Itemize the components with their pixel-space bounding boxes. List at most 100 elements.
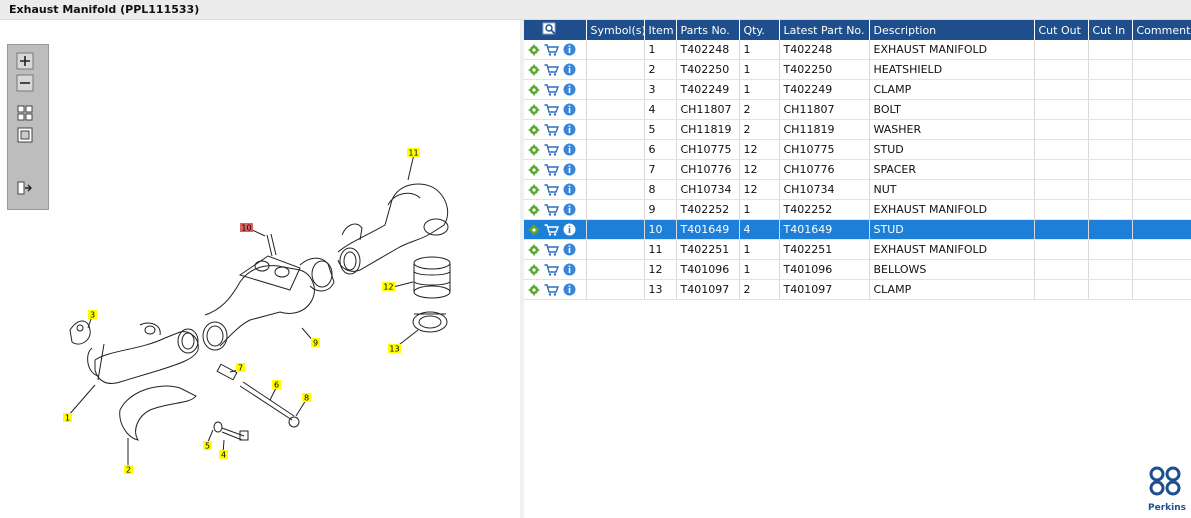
- info-icon[interactable]: [563, 143, 576, 156]
- cart-icon[interactable]: [544, 244, 559, 256]
- callout-4-label: 4: [221, 451, 226, 460]
- cart-icon[interactable]: [544, 224, 559, 236]
- item-cell: 12: [644, 259, 677, 280]
- column-header-latest-part-no[interactable]: Latest Part No.: [779, 20, 870, 40]
- fit-window-icon[interactable]: [16, 126, 34, 144]
- comment-cell: [1132, 239, 1191, 260]
- column-header-cut-out[interactable]: Cut Out: [1034, 20, 1089, 40]
- cut-in-cell: [1088, 79, 1133, 100]
- settings-icon[interactable]: [528, 144, 540, 156]
- symbols-cell: [586, 199, 645, 220]
- cart-icon[interactable]: [544, 264, 559, 276]
- settings-icon[interactable]: [528, 44, 540, 56]
- column-header-description[interactable]: Description: [869, 20, 1035, 40]
- settings-icon[interactable]: [528, 264, 540, 276]
- zoom-out-icon[interactable]: [16, 74, 34, 92]
- settings-icon[interactable]: [528, 204, 540, 216]
- cart-icon[interactable]: [544, 64, 559, 76]
- info-icon[interactable]: [563, 203, 576, 216]
- exploded-diagram[interactable]: 1 2 3 4 5 6 7 8 9 10 11 12 13: [0, 20, 520, 518]
- settings-icon[interactable]: [528, 164, 540, 176]
- description-cell: EXHAUST MANIFOLD: [869, 239, 1035, 260]
- cart-icon[interactable]: [544, 44, 559, 56]
- column-header-item[interactable]: Item: [644, 20, 677, 40]
- table-row[interactable]: 6 CH10775 12 CH10775 STUD: [524, 139, 1191, 160]
- cart-icon[interactable]: [544, 164, 559, 176]
- settings-icon[interactable]: [528, 124, 540, 136]
- cart-icon[interactable]: [544, 84, 559, 96]
- export-icon[interactable]: [16, 179, 34, 197]
- settings-icon[interactable]: [528, 84, 540, 96]
- column-header-parts-no[interactable]: Parts No.: [676, 20, 740, 40]
- symbols-cell: [586, 139, 645, 160]
- settings-icon[interactable]: [528, 284, 540, 296]
- settings-icon[interactable]: [528, 224, 540, 236]
- table-row[interactable]: 8 CH10734 12 CH10734 NUT: [524, 179, 1191, 200]
- info-icon[interactable]: [563, 103, 576, 116]
- callout-5-label: 5: [205, 442, 210, 451]
- info-icon[interactable]: [563, 43, 576, 56]
- column-header-qty[interactable]: Qty.: [739, 20, 780, 40]
- item-cell: 10: [644, 219, 677, 240]
- cart-icon[interactable]: [544, 144, 559, 156]
- table-row[interactable]: 3 T402249 1 T402249 CLAMP: [524, 79, 1191, 100]
- table-row[interactable]: 4 CH11807 2 CH11807 BOLT: [524, 99, 1191, 120]
- info-icon[interactable]: [563, 123, 576, 136]
- cut-in-cell: [1088, 139, 1133, 160]
- description-cell: CLAMP: [869, 279, 1035, 300]
- info-icon[interactable]: [563, 163, 576, 176]
- brand-name: Perkins: [1148, 503, 1186, 513]
- symbols-cell: [586, 99, 645, 120]
- cut-in-cell: [1088, 259, 1133, 280]
- column-header-comment[interactable]: Comment: [1132, 20, 1191, 40]
- callout-2-label: 2: [126, 466, 131, 475]
- search-parts-icon[interactable]: [542, 21, 558, 37]
- info-icon[interactable]: [563, 263, 576, 276]
- settings-icon[interactable]: [528, 244, 540, 256]
- comment-cell: [1132, 99, 1191, 120]
- info-icon[interactable]: [563, 83, 576, 96]
- zoom-in-icon[interactable]: [16, 52, 34, 70]
- table-row[interactable]: 7 CH10776 12 CH10776 SPACER: [524, 159, 1191, 180]
- settings-icon[interactable]: [528, 184, 540, 196]
- fit-all-icon[interactable]: [16, 104, 34, 122]
- settings-icon[interactable]: [528, 104, 540, 116]
- info-icon[interactable]: [563, 183, 576, 196]
- diagram-panel[interactable]: 1 2 3 4 5 6 7 8 9 10 11 12 13: [0, 20, 521, 518]
- column-header-actions[interactable]: [524, 20, 587, 40]
- callout-11-label: 11: [408, 149, 418, 158]
- table-row[interactable]: 9 T402252 1 T402252 EXHAUST MANIFOLD: [524, 199, 1191, 220]
- row-actions: [524, 79, 587, 100]
- symbols-cell: [586, 79, 645, 100]
- comment-cell: [1132, 279, 1191, 300]
- info-icon[interactable]: [563, 63, 576, 76]
- table-row[interactable]: 10 T401649 4 T401649 STUD: [524, 219, 1191, 240]
- settings-icon[interactable]: [528, 64, 540, 76]
- symbols-cell: [586, 159, 645, 180]
- table-row[interactable]: 11 T402251 1 T402251 EXHAUST MANIFOLD: [524, 239, 1191, 260]
- table-row[interactable]: 12 T401096 1 T401096 BELLOWS: [524, 259, 1191, 280]
- item-cell: 11: [644, 239, 677, 260]
- cart-icon[interactable]: [544, 184, 559, 196]
- cart-icon[interactable]: [544, 124, 559, 136]
- info-icon[interactable]: [563, 243, 576, 256]
- column-header-symbols[interactable]: Symbol(s): [586, 20, 645, 40]
- cut-out-cell: [1034, 239, 1089, 260]
- table-row[interactable]: 5 CH11819 2 CH11819 WASHER: [524, 119, 1191, 140]
- table-row[interactable]: 13 T401097 2 T401097 CLAMP: [524, 279, 1191, 300]
- cut-in-cell: [1088, 159, 1133, 180]
- symbols-cell: [586, 119, 645, 140]
- qty-cell: 1: [739, 40, 780, 60]
- info-icon[interactable]: [563, 283, 576, 296]
- description-cell: NUT: [869, 179, 1035, 200]
- cart-icon[interactable]: [544, 204, 559, 216]
- symbols-cell: [586, 219, 645, 240]
- cart-icon[interactable]: [544, 284, 559, 296]
- table-row[interactable]: 1 T402248 1 T402248 EXHAUST MANIFOLD: [524, 40, 1191, 60]
- description-cell: STUD: [869, 219, 1035, 240]
- info-icon[interactable]: [563, 223, 576, 236]
- table-row[interactable]: 2 T402250 1 T402250 HEATSHIELD: [524, 59, 1191, 80]
- cart-icon[interactable]: [544, 104, 559, 116]
- row-actions: [524, 139, 587, 160]
- column-header-cut-in[interactable]: Cut In: [1088, 20, 1133, 40]
